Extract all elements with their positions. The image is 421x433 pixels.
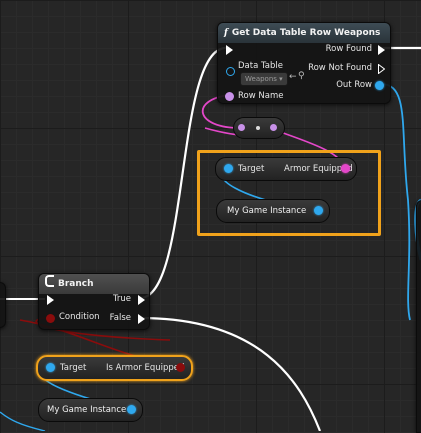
right-partial-node[interactable] xyxy=(416,200,421,433)
row-not-found-label: Row Not Found xyxy=(308,63,372,73)
clear-arrow-icon[interactable]: ← xyxy=(289,72,297,82)
row-name-label: Row Name xyxy=(238,91,284,101)
branch-exec-in-pin[interactable] xyxy=(47,295,54,305)
row-name-pin[interactable] xyxy=(225,92,234,101)
reroute-node[interactable] xyxy=(233,117,285,139)
get-data-table-row-title: Get Data Table Row Weapons xyxy=(231,28,381,38)
exec-in-pin[interactable] xyxy=(226,45,233,55)
my-game-instance-label-top: My Game Instance xyxy=(227,206,307,216)
is-armor-target-label: Target xyxy=(60,363,87,373)
branch-header[interactable]: Branch xyxy=(39,274,149,294)
row-found-pin[interactable] xyxy=(378,45,385,55)
my-game-instance-node-top[interactable]: My Game Instance xyxy=(216,199,330,223)
get-data-table-row-header[interactable]: f Get Data Table Row Weapons xyxy=(218,23,390,43)
offscreen-node[interactable] xyxy=(0,282,6,328)
armor-equipped-target-label: Target xyxy=(238,164,265,174)
branch-icon xyxy=(45,275,54,287)
out-row-label: Out Row xyxy=(336,80,372,90)
row-found-label: Row Found xyxy=(325,44,372,54)
out-row-pin[interactable] xyxy=(375,81,384,90)
data-table-label: Data Table xyxy=(238,61,283,71)
search-icon[interactable]: ⚲ xyxy=(298,71,305,81)
function-icon: f xyxy=(224,28,228,38)
data-table-value: Weapons xyxy=(245,75,277,83)
out-row-wire xyxy=(380,83,411,321)
get-data-table-row-node[interactable]: f Get Data Table Row Weapons Row Found Da… xyxy=(217,22,391,104)
reroute-middle-pin[interactable] xyxy=(256,126,260,130)
is-armor-equipped-label: Is Armor Equipped xyxy=(106,363,185,373)
data-table-pin[interactable] xyxy=(226,67,235,76)
is-armor-equipped-out-pin[interactable] xyxy=(176,363,185,372)
row-not-found-pin[interactable] xyxy=(378,64,385,74)
branch-title: Branch xyxy=(58,279,94,289)
branch-true-label: True xyxy=(112,294,131,304)
my-game-instance-pin-top[interactable] xyxy=(314,206,323,215)
my-game-instance-node-bottom[interactable]: My Game Instance xyxy=(38,398,143,422)
branch-false-label: False xyxy=(109,313,131,323)
branch-true-pin[interactable] xyxy=(138,295,145,305)
is-armor-equipped-node[interactable]: Target Is Armor Equipped xyxy=(36,355,193,381)
reroute-out-pin[interactable] xyxy=(270,124,277,131)
armor-equipped-out-pin[interactable] xyxy=(341,164,350,173)
armor-equipped-node[interactable]: Target Armor Equipped xyxy=(215,157,357,181)
branch-condition-label: Condition xyxy=(59,312,100,322)
branch-condition-pin[interactable] xyxy=(46,314,55,323)
data-table-combo[interactable]: Weapons ▾ xyxy=(240,72,288,86)
armor-equipped-target-pin[interactable] xyxy=(224,164,233,173)
reroute-in-pin[interactable] xyxy=(238,124,245,131)
my-game-instance-pin-bottom[interactable] xyxy=(127,405,136,414)
my-game-instance-label-bottom: My Game Instance xyxy=(47,405,127,415)
branch-node[interactable]: Branch True Condition False xyxy=(38,273,150,330)
is-armor-target-pin[interactable] xyxy=(46,363,55,372)
branch-false-pin[interactable] xyxy=(138,314,145,324)
